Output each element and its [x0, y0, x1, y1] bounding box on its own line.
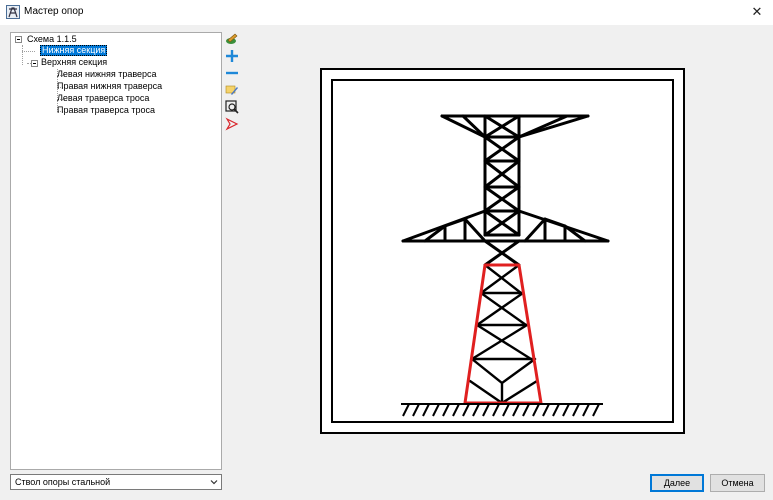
section-tree[interactable]: Схема 1.1.5 Нижняя секция Верхняя секция… — [10, 32, 222, 470]
title-bar: Мастер опор ✕ — [0, 0, 773, 25]
delete-arrow-icon[interactable] — [225, 117, 239, 131]
remove-icon[interactable] — [225, 66, 239, 80]
edit-scheme-icon[interactable] — [225, 32, 239, 46]
zoom-fit-icon[interactable] — [225, 100, 239, 114]
tree-node-root[interactable]: Схема 1.1.5 — [26, 34, 78, 45]
tree-node-upper-section[interactable]: Верхняя секция — [40, 57, 108, 68]
tree-connector — [22, 45, 23, 65]
tree-node-lower-section[interactable]: Нижняя секция — [40, 45, 108, 56]
window-title: Мастер опор — [24, 6, 84, 17]
tree-node-right-cable-arm[interactable]: Правая траверса троса — [56, 105, 156, 116]
tree-node-right-lower-arm[interactable]: Правая нижняя траверса — [56, 81, 163, 92]
chevron-down-icon — [210, 480, 218, 485]
ground-line — [401, 403, 603, 417]
tower-drawing — [401, 114, 610, 417]
rename-icon[interactable] — [225, 83, 239, 97]
cancel-button[interactable]: Отмена — [710, 474, 765, 492]
collapse-upper-icon[interactable] — [31, 60, 38, 67]
section-type-value: Ствол опоры стальной — [15, 477, 111, 487]
tower-preview — [320, 68, 685, 434]
close-icon: ✕ — [751, 4, 763, 19]
tree-node-left-lower-arm[interactable]: Левая нижняя траверса — [56, 69, 158, 80]
tower-preview-border — [331, 79, 674, 423]
close-button[interactable]: ✕ — [745, 2, 769, 22]
add-icon[interactable] — [225, 49, 239, 63]
tree-connector — [22, 51, 35, 52]
section-type-select[interactable]: Ствол опоры стальной — [10, 474, 222, 490]
lower-tower-lattice — [468, 263, 539, 405]
upper-tower-structure — [401, 114, 610, 267]
next-button[interactable]: Далее — [650, 474, 704, 492]
tree-node-left-cable-arm[interactable]: Левая траверса троса — [56, 93, 150, 104]
pylon-app-icon — [6, 5, 20, 19]
collapse-root-icon[interactable] — [15, 36, 22, 43]
